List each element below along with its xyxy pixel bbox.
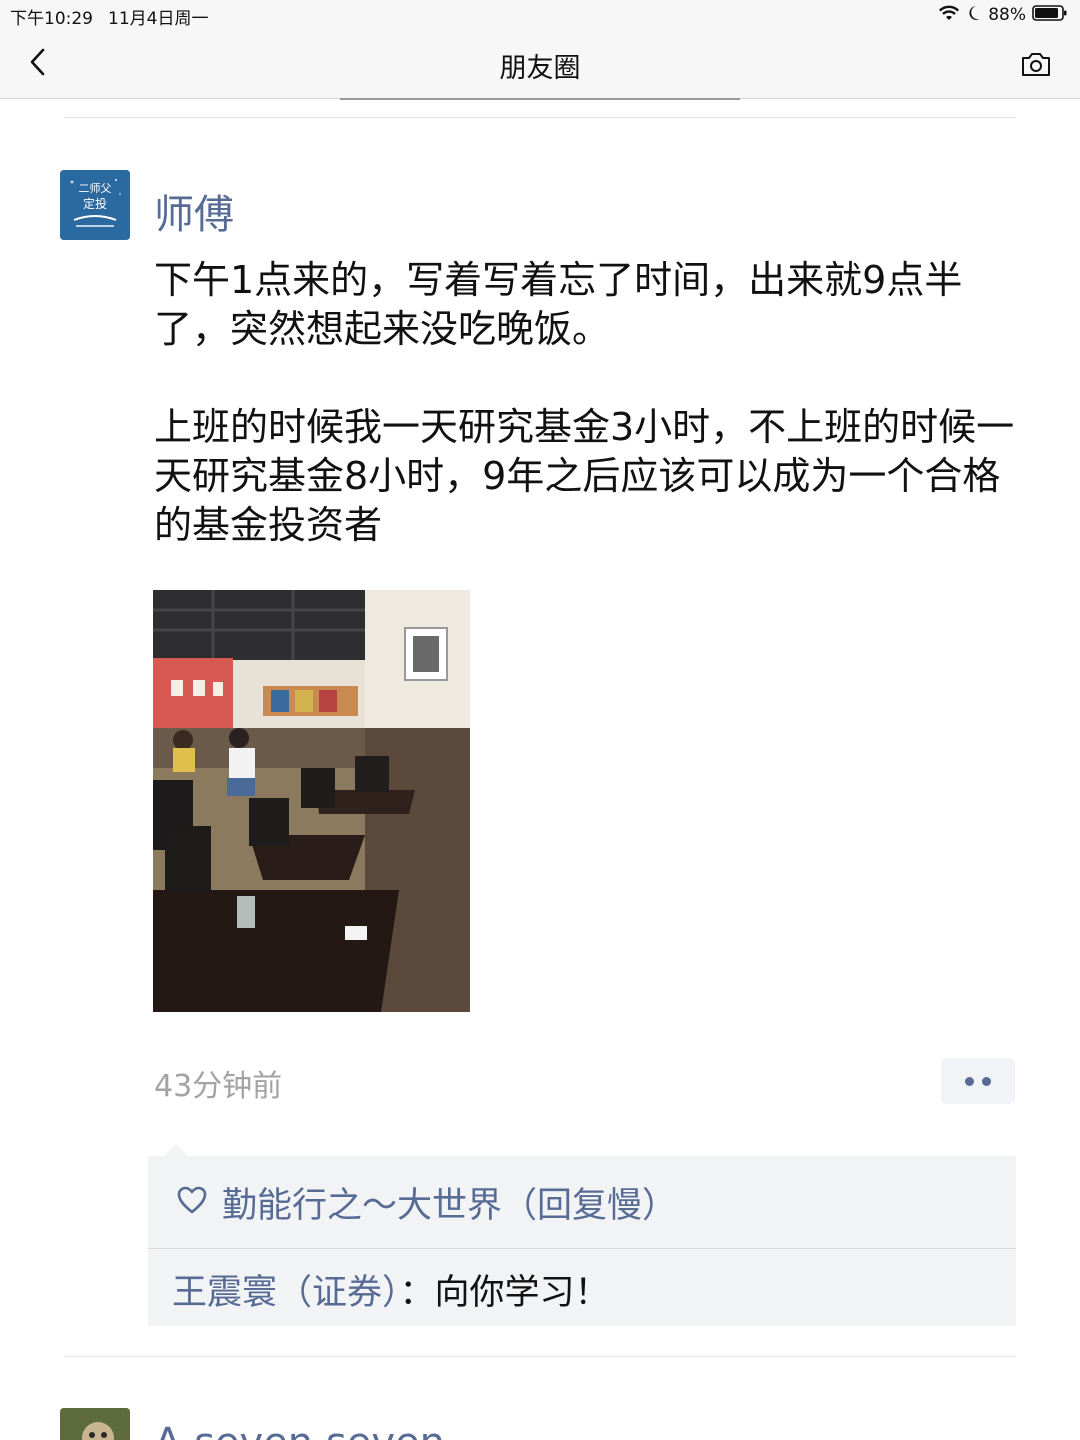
avatar[interactable] bbox=[60, 1408, 130, 1440]
post-divider bbox=[64, 1356, 1016, 1357]
status-indicators: 88% bbox=[938, 4, 1068, 26]
comment-author[interactable]: 王震寰（证券） bbox=[172, 1273, 400, 1313]
comment-text: 向你学习！ bbox=[434, 1273, 610, 1313]
post-author[interactable]: 师傅 bbox=[154, 182, 234, 240]
post-divider bbox=[64, 117, 1016, 118]
post-timestamp: 43分钟前 bbox=[154, 1069, 283, 1104]
likes-row: 勤能行之～大世界（回复慢） bbox=[148, 1156, 1016, 1248]
interactions-divider bbox=[148, 1248, 1016, 1249]
battery-percent: 88% bbox=[988, 5, 1026, 25]
scroll-indicator bbox=[340, 98, 740, 100]
heart-icon bbox=[176, 1185, 208, 1219]
interactions-caret bbox=[164, 1144, 188, 1156]
comment-item[interactable]: 王震寰（证券）：向你学习！ bbox=[172, 1264, 610, 1315]
post-content: 下午1点来的，写着写着忘了时间，出来就9点半了，突然想起来没吃晚饭。 上班的时候… bbox=[154, 256, 1024, 550]
avatar[interactable]: 二师父 定投 bbox=[60, 170, 130, 240]
camera-button[interactable] bbox=[1020, 50, 1052, 78]
status-date: 11月4日周一 bbox=[108, 9, 209, 29]
dot-icon bbox=[982, 1076, 991, 1086]
likes-names[interactable]: 勤能行之～大世界（回复慢） bbox=[222, 1177, 677, 1228]
status-time: 下午10:29 bbox=[10, 9, 93, 29]
dot-icon bbox=[965, 1076, 974, 1086]
moon-icon bbox=[966, 4, 982, 26]
camera-icon bbox=[1020, 53, 1052, 82]
svg-text:定投: 定投 bbox=[83, 196, 107, 211]
page-title: 朋友圈 bbox=[499, 53, 581, 84]
interactions-panel: 勤能行之～大世界（回复慢） 王震寰（证券）：向你学习！ bbox=[148, 1156, 1016, 1326]
post-paragraph: 下午1点来的，写着写着忘了时间，出来就9点半了，突然想起来没吃晚饭。 bbox=[154, 258, 963, 351]
post-paragraph: 上班的时候我一天研究基金3小时，不上班的时候一天研究基金8小时，9年之后应该可以… bbox=[154, 405, 1015, 547]
wifi-icon bbox=[938, 4, 960, 26]
svg-text:二师父: 二师父 bbox=[79, 182, 112, 195]
status-bar: 下午10:29 11月4日周一 88% bbox=[0, 0, 1080, 30]
post-author[interactable]: A seven seven bbox=[154, 1420, 445, 1440]
navigation-bar: 朋友圈 bbox=[0, 30, 1080, 99]
more-actions-button[interactable] bbox=[941, 1058, 1015, 1104]
post-photo[interactable] bbox=[153, 590, 470, 1012]
battery-icon bbox=[1032, 4, 1068, 26]
comment-separator: ： bbox=[399, 1273, 435, 1313]
